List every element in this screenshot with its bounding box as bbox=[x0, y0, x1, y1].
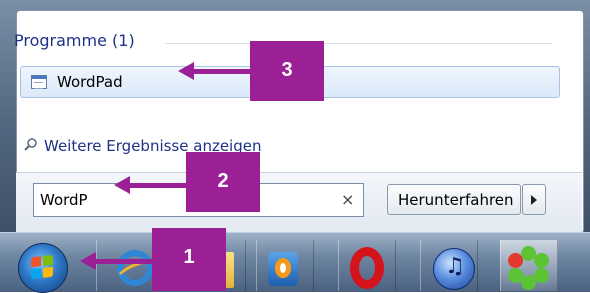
annotation-arrow-2 bbox=[114, 176, 186, 194]
clear-search-icon[interactable]: × bbox=[341, 190, 354, 209]
opera-icon bbox=[350, 247, 384, 289]
shutdown-button[interactable]: Herunterfahren bbox=[387, 184, 521, 215]
media-player-icon bbox=[268, 252, 298, 286]
shutdown-label: Herunterfahren bbox=[398, 191, 514, 209]
annotation-arrow-1 bbox=[80, 252, 152, 270]
annotation-badge-1: 1 bbox=[152, 228, 226, 291]
annotation-arrow-3 bbox=[178, 62, 250, 80]
section-divider bbox=[165, 43, 552, 44]
annotation-badge-3: 3 bbox=[250, 41, 324, 101]
programs-section-title: Programme (1) bbox=[14, 31, 135, 50]
windows-logo-icon bbox=[31, 254, 53, 280]
shutdown-options-arrow-icon[interactable] bbox=[522, 184, 546, 215]
wordpad-icon bbox=[31, 75, 47, 89]
annotation-badge-2: 2 bbox=[186, 152, 260, 212]
search-input-value: WordP bbox=[40, 191, 88, 209]
wordpad-label: WordPad bbox=[57, 73, 123, 91]
itunes-icon: ♫ bbox=[433, 248, 475, 290]
search-icon bbox=[24, 138, 37, 151]
icq-icon bbox=[506, 246, 550, 290]
internet-explorer-icon bbox=[117, 250, 153, 286]
